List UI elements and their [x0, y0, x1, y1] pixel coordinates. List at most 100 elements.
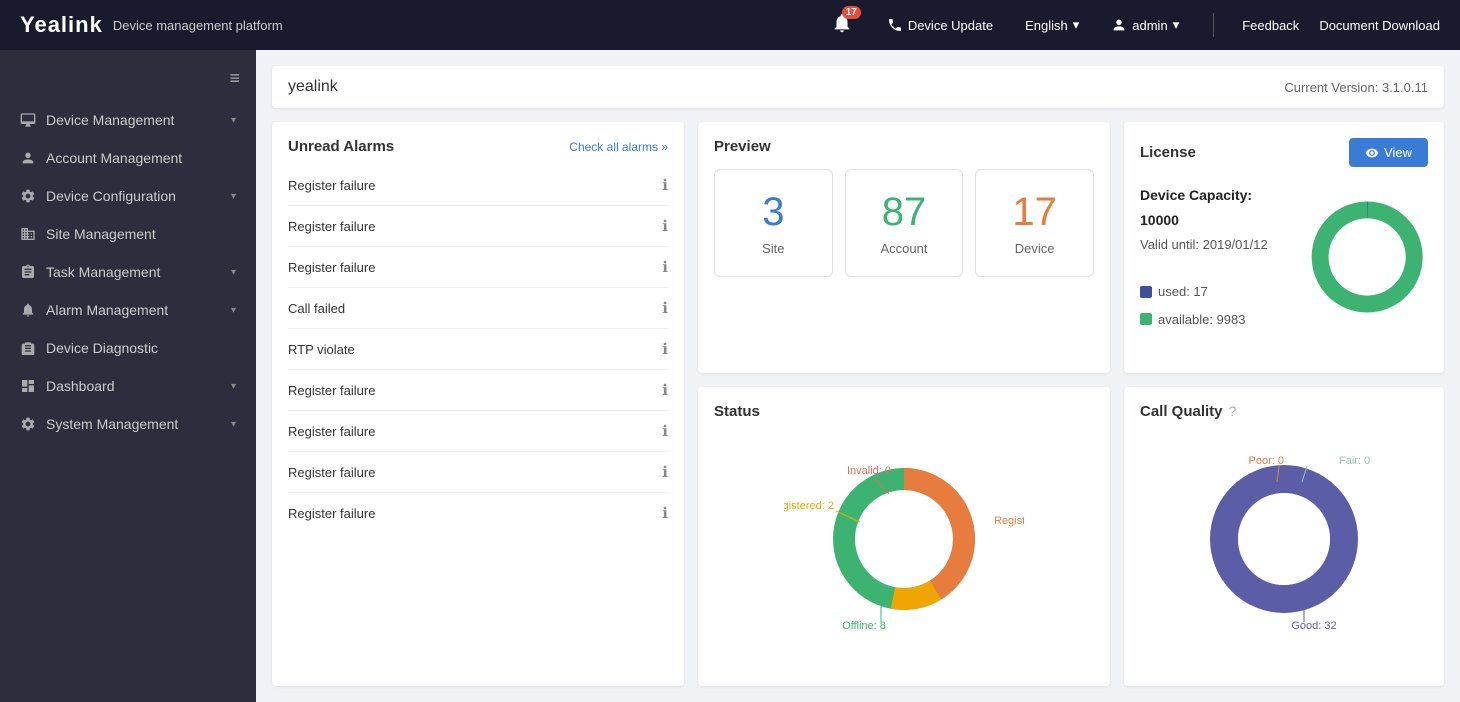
license-title: License: [1140, 144, 1196, 161]
info-icon[interactable]: ℹ: [662, 381, 668, 399]
info-icon[interactable]: ℹ: [662, 258, 668, 276]
info-icon[interactable]: ℹ: [662, 422, 668, 440]
alarm-item: Register failure ℹ: [288, 411, 668, 452]
device-number: 17: [1004, 190, 1065, 235]
bell-button[interactable]: 17: [831, 12, 853, 39]
alarm-label: Register failure: [288, 465, 375, 480]
document-download-link[interactable]: Document Download: [1319, 18, 1440, 33]
svg-text:Fair: 0: Fair: 0: [1339, 455, 1370, 467]
language-label: English: [1025, 18, 1068, 33]
site-label: Site: [743, 241, 804, 256]
main-layout: ≡ Device Management ▾ Account Management…: [0, 50, 1460, 702]
brand: Yealink Device management platform: [20, 12, 283, 38]
license-legend: used: 17 available: 9983: [1140, 280, 1286, 331]
sidebar-item-site-management[interactable]: Site Management: [0, 215, 256, 253]
info-icon[interactable]: ℹ: [662, 504, 668, 522]
alarm-label: Register failure: [288, 178, 375, 193]
preview-card: Preview 3 Site 87 Account 17 Device: [698, 122, 1110, 373]
available-label: available: 9983: [1158, 308, 1245, 331]
sidebar-item-label: System Management: [46, 416, 178, 432]
info-icon[interactable]: ℹ: [662, 217, 668, 235]
info-icon[interactable]: ℹ: [662, 463, 668, 481]
sidebar-item-label: Device Configuration: [46, 188, 176, 204]
sidebar-item-label: Device Management: [46, 112, 174, 128]
sidebar-item-alarm-management[interactable]: Alarm Management ▾: [0, 291, 256, 329]
alarm-item: RTP violate ℹ: [288, 329, 668, 370]
site-stat: 3 Site: [714, 169, 833, 277]
info-icon[interactable]: ℹ: [662, 299, 668, 317]
sidebar-item-device-management[interactable]: Device Management ▾: [0, 101, 256, 139]
sidebar-item-device-diagnostic[interactable]: Device Diagnostic: [0, 329, 256, 367]
alarm-item: Register failure ℹ: [288, 206, 668, 247]
capacity-label: Device Capacity: 10000: [1140, 187, 1252, 228]
chevron-icon: ▾: [231, 419, 236, 430]
call-quality-title: Call Quality: [1140, 403, 1223, 420]
alarms-title: Unread Alarms: [288, 138, 394, 155]
alarm-label: Register failure: [288, 506, 375, 521]
alarm-item: Register failure ℹ: [288, 370, 668, 411]
feedback-link[interactable]: Feedback: [1242, 18, 1299, 33]
chevron-down-icon: ▾: [1073, 17, 1080, 33]
alarm-label: Call failed: [288, 301, 345, 316]
brand-subtitle: Device management platform: [113, 18, 283, 33]
alarms-header: Unread Alarms Check all alarms »: [288, 138, 668, 155]
status-donut-chart: Invalid: 0 Registered: 7 Unregistered: 2…: [784, 434, 1024, 644]
account-stat: 87 Account: [845, 169, 964, 277]
license-card: License View Device Capacity: 10000 Vali…: [1124, 122, 1444, 373]
license-info: Device Capacity: 10000 Valid until: 2019…: [1140, 183, 1286, 331]
sidebar-item-label: Dashboard: [46, 378, 115, 394]
admin-menu[interactable]: admin ▾: [1105, 17, 1185, 33]
top-navigation: Yealink Device management platform 17 De…: [0, 0, 1460, 50]
account-label: Account: [874, 241, 935, 256]
sidebar-item-system-management[interactable]: System Management ▾: [0, 405, 256, 443]
alarm-item: Register failure ℹ: [288, 165, 668, 206]
sidebar-item-label: Alarm Management: [46, 302, 168, 318]
version-label: Current Version: 3.1.0.11: [1284, 80, 1428, 95]
language-selector[interactable]: English ▾: [1019, 17, 1085, 33]
info-icon[interactable]: ℹ: [662, 176, 668, 194]
chevron-icon: ▾: [231, 267, 236, 278]
device-update-button[interactable]: Device Update: [881, 17, 999, 33]
svg-text:Good: 32: Good: 32: [1291, 620, 1336, 632]
sidebar-item-label: Device Diagnostic: [46, 340, 158, 356]
device-update-label: Device Update: [908, 18, 993, 33]
svg-text:Offline: 8: Offline: 8: [842, 620, 886, 632]
sidebar-item-device-configuration[interactable]: Device Configuration ▾: [0, 177, 256, 215]
preview-title: Preview: [714, 138, 1094, 155]
check-all-alarms-link[interactable]: Check all alarms »: [569, 140, 668, 154]
sidebar-item-dashboard[interactable]: Dashboard ▾: [0, 367, 256, 405]
call-quality-header: Call Quality ?: [1140, 403, 1428, 420]
license-body: Device Capacity: 10000 Valid until: 2019…: [1140, 183, 1428, 331]
hamburger-button[interactable]: ≡: [0, 60, 256, 101]
sidebar-item-label: Site Management: [46, 226, 156, 242]
sidebar: ≡ Device Management ▾ Account Management…: [0, 50, 256, 702]
device-stat: 17 Device: [975, 169, 1094, 277]
alarm-list: Register failure ℹ Register failure ℹ Re…: [288, 165, 668, 670]
sidebar-item-label: Task Management: [46, 264, 160, 280]
license-header: License View: [1140, 138, 1428, 167]
view-button[interactable]: View: [1349, 138, 1428, 167]
sidebar-item-task-management[interactable]: Task Management ▾: [0, 253, 256, 291]
info-icon[interactable]: ℹ: [662, 340, 668, 358]
alarm-item: Register failure ℹ: [288, 247, 668, 288]
status-card: Status: [698, 387, 1110, 686]
alarms-card: Unread Alarms Check all alarms » Registe…: [272, 122, 684, 686]
alarm-label: Register failure: [288, 219, 375, 234]
license-donut-chart: [1306, 192, 1428, 322]
alarm-label: Register failure: [288, 260, 375, 275]
chevron-icon: ▾: [231, 115, 236, 126]
svg-text:Invalid: 0: Invalid: 0: [847, 465, 891, 477]
svg-text:Unregistered: 2: Unregistered: 2: [784, 500, 834, 512]
help-icon[interactable]: ?: [1229, 403, 1237, 419]
status-title: Status: [714, 403, 1094, 420]
legend-available: available: 9983: [1140, 308, 1286, 331]
call-quality-donut-chart: Poor: 0 Fair: 0 Good: 32: [1164, 434, 1404, 644]
used-dot: [1140, 286, 1152, 298]
available-dot: [1140, 313, 1152, 325]
alarm-item: Register failure ℹ: [288, 493, 668, 533]
call-quality-card: Call Quality ? Poor: 0 Fair: 0 Good: 32: [1124, 387, 1444, 686]
legend-used: used: 17: [1140, 280, 1286, 303]
used-label: used: 17: [1158, 280, 1208, 303]
alarm-label: Register failure: [288, 383, 375, 398]
sidebar-item-account-management[interactable]: Account Management: [0, 139, 256, 177]
